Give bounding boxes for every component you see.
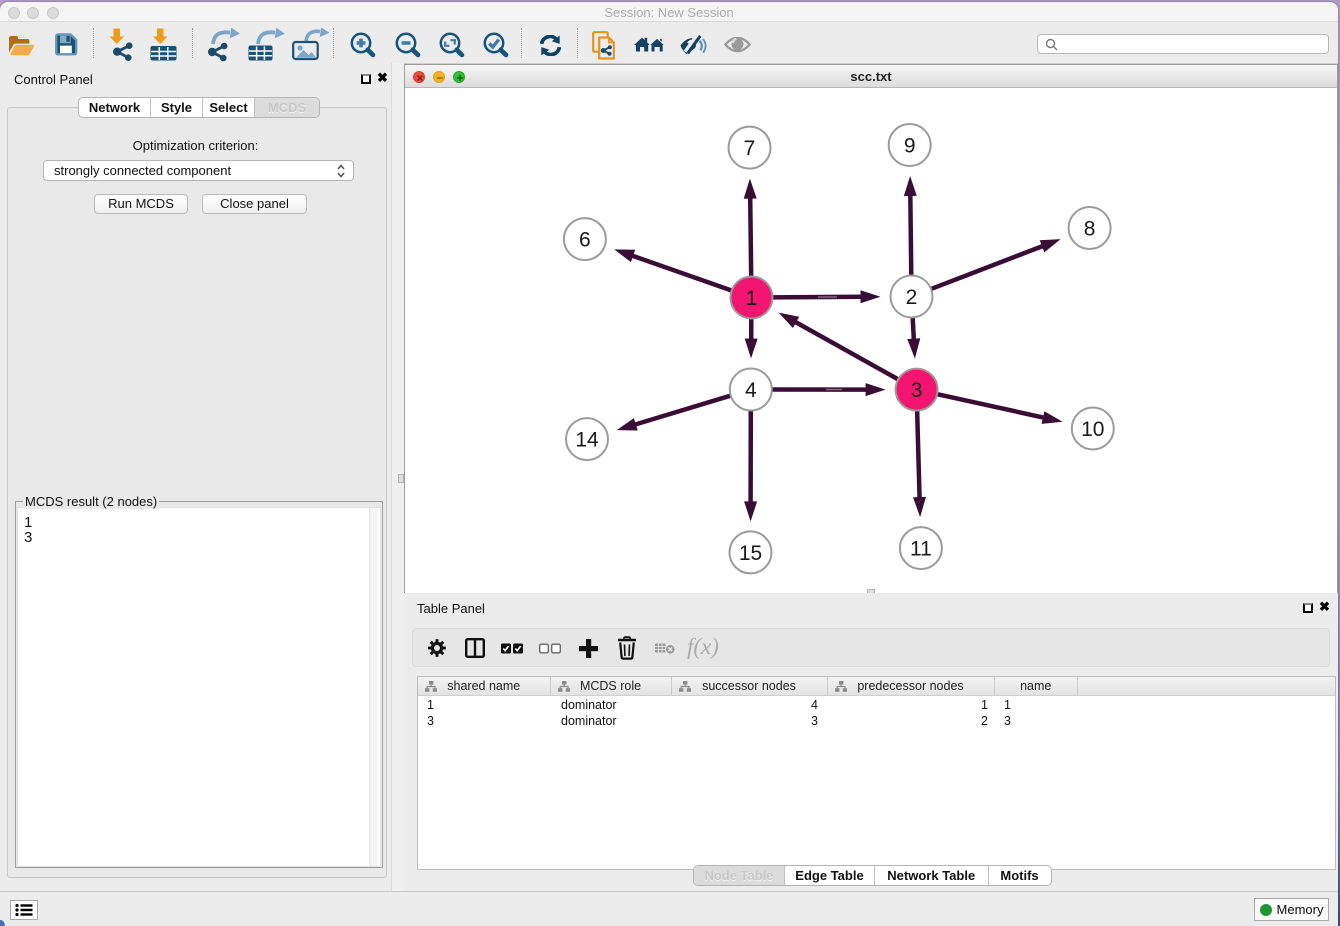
svg-text:10: 10 — [1081, 418, 1104, 441]
svg-text:3: 3 — [911, 379, 923, 402]
svg-text:7: 7 — [744, 137, 756, 160]
svg-text:9: 9 — [904, 135, 916, 158]
svg-text:14: 14 — [575, 429, 599, 452]
svg-text:8: 8 — [1084, 218, 1096, 241]
svg-text:1: 1 — [746, 287, 758, 310]
svg-text:11: 11 — [910, 538, 932, 561]
svg-text:6: 6 — [579, 229, 591, 252]
svg-text:4: 4 — [745, 379, 757, 402]
svg-text:2: 2 — [906, 286, 918, 309]
svg-text:15: 15 — [739, 542, 762, 565]
